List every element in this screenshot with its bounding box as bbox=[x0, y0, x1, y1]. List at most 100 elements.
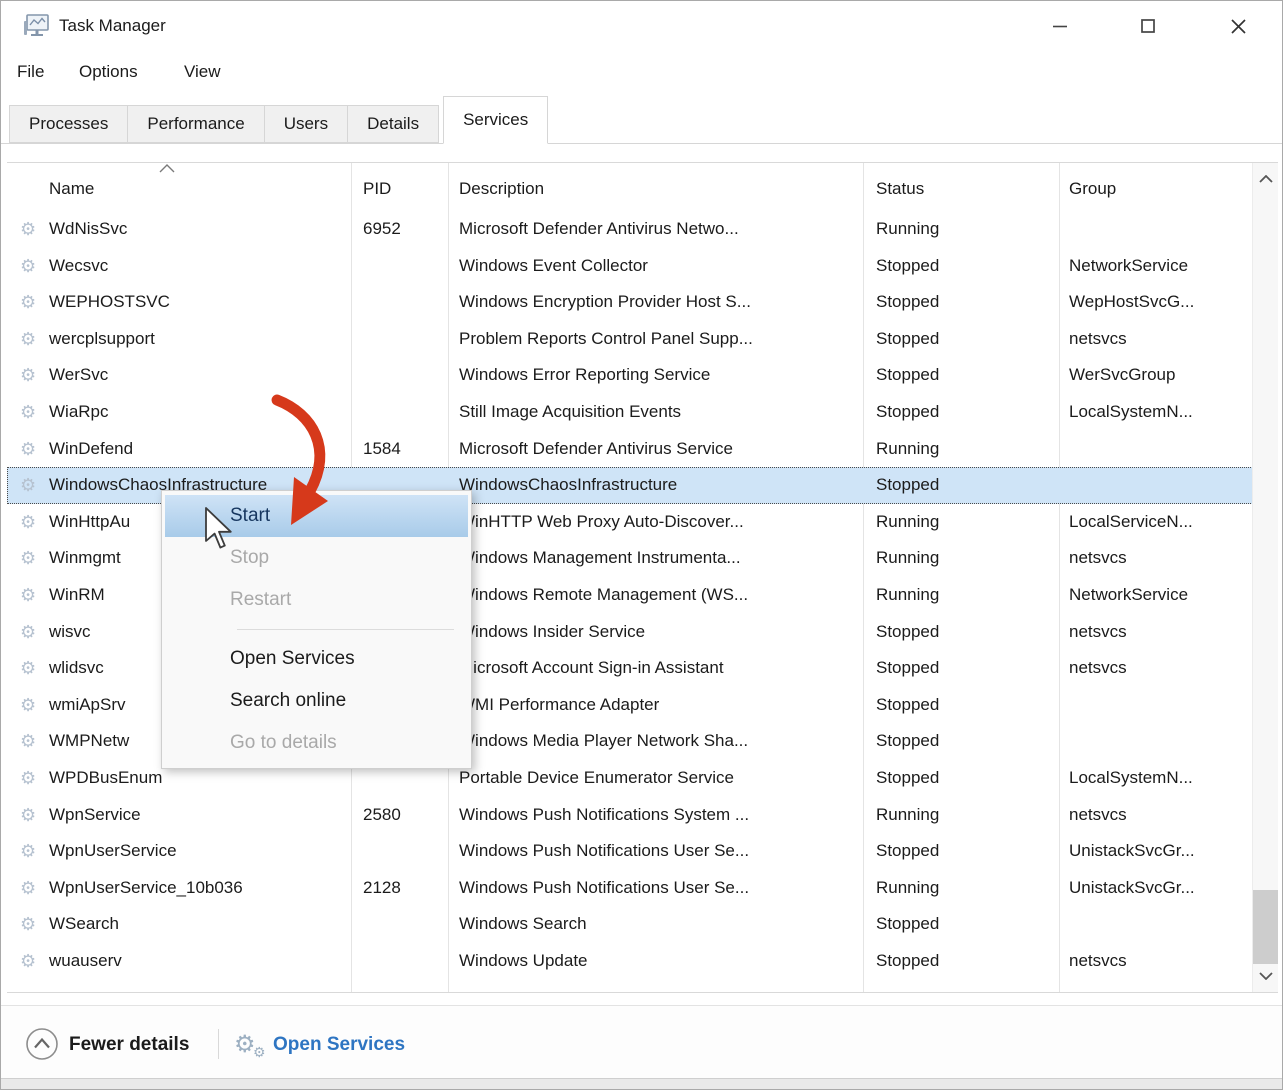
cell-group: netsvcs bbox=[1069, 321, 1253, 358]
cell-status: Running bbox=[876, 211, 1056, 248]
maximize-button[interactable] bbox=[1117, 1, 1179, 51]
vertical-scrollbar[interactable] bbox=[1252, 163, 1278, 992]
cell-group bbox=[1069, 431, 1253, 468]
cell-group: UnistackSvcGr... bbox=[1069, 870, 1253, 907]
service-gear-icon: ⚙ bbox=[20, 431, 36, 468]
scrollbar-thumb[interactable] bbox=[1253, 890, 1278, 964]
cell-description: Windows Event Collector bbox=[459, 248, 859, 285]
menu-item-start[interactable]: Start bbox=[165, 495, 468, 537]
menu-view[interactable]: View bbox=[184, 62, 221, 82]
menu-bar: File Options View bbox=[1, 51, 1282, 96]
service-gear-icon: ⚙ bbox=[20, 797, 36, 834]
tab-services[interactable]: Services bbox=[443, 96, 548, 144]
cell-pid: 2580 bbox=[363, 797, 445, 834]
cell-status: Running bbox=[876, 540, 1056, 577]
table-row[interactable]: ⚙WSearchWindows SearchStopped bbox=[7, 906, 1253, 943]
cell-name: WSearch bbox=[49, 906, 349, 943]
table-header: Name PID Description Status Group bbox=[7, 163, 1253, 211]
menu-item-search-online[interactable]: Search online bbox=[165, 680, 468, 722]
table-row[interactable]: ⚙WdNisSvc6952Microsoft Defender Antiviru… bbox=[7, 211, 1253, 248]
cell-status: Running bbox=[876, 577, 1056, 614]
scroll-down-button[interactable] bbox=[1253, 960, 1278, 992]
table-row[interactable]: ⚙wercplsupportProblem Reports Control Pa… bbox=[7, 321, 1253, 358]
table-row[interactable]: ⚙WecsvcWindows Event CollectorStoppedNet… bbox=[7, 248, 1253, 285]
cell-name: wuauserv bbox=[49, 943, 349, 980]
fewer-details-button[interactable]: Fewer details bbox=[69, 1034, 189, 1056]
menu-file[interactable]: File bbox=[17, 62, 44, 82]
cell-description: Microsoft Defender Antivirus Service bbox=[459, 431, 859, 468]
cell-name: WpnService bbox=[49, 797, 349, 834]
title-bar: Task Manager bbox=[1, 1, 1282, 51]
cell-status: Running bbox=[876, 431, 1056, 468]
tab-users[interactable]: Users bbox=[264, 105, 348, 143]
cell-status: Stopped bbox=[876, 687, 1056, 724]
close-button[interactable] bbox=[1207, 1, 1269, 51]
service-gear-icon: ⚙ bbox=[20, 394, 36, 431]
cell-group: netsvcs bbox=[1069, 540, 1253, 577]
cell-pid: 1584 bbox=[363, 431, 445, 468]
cell-pid: 6952 bbox=[363, 211, 445, 248]
cell-status: Stopped bbox=[876, 760, 1056, 797]
tab-performance[interactable]: Performance bbox=[127, 105, 264, 143]
cell-description: Windows Push Notifications User Se... bbox=[459, 833, 859, 870]
table-row[interactable]: ⚙WEPHOSTSVCWindows Encryption Provider H… bbox=[7, 284, 1253, 321]
tab-processes[interactable]: Processes bbox=[9, 105, 128, 143]
table-row[interactable]: ⚙WinDefend1584Microsoft Defender Antivir… bbox=[7, 431, 1253, 468]
column-header-name[interactable]: Name bbox=[49, 163, 94, 211]
cell-group: WepHostSvcG... bbox=[1069, 284, 1253, 321]
menu-options[interactable]: Options bbox=[79, 62, 138, 82]
minimize-icon bbox=[1053, 25, 1067, 28]
cell-pid bbox=[363, 357, 445, 394]
cell-description: Windows Error Reporting Service bbox=[459, 357, 859, 394]
task-manager-window: Task Manager File Options View Processes… bbox=[0, 0, 1283, 1090]
table-row[interactable]: ⚙WiaRpcStill Image Acquisition EventsSto… bbox=[7, 394, 1253, 431]
window-title: Task Manager bbox=[59, 16, 166, 36]
service-gear-icon: ⚙ bbox=[20, 943, 36, 980]
service-gear-icon: ⚙ bbox=[20, 870, 36, 907]
service-gear-icon: ⚙ bbox=[20, 833, 36, 870]
menu-separator bbox=[237, 629, 454, 630]
cell-description: Windows Search bbox=[459, 906, 859, 943]
column-header-group[interactable]: Group bbox=[1069, 163, 1116, 211]
cell-pid bbox=[363, 394, 445, 431]
minimize-button[interactable] bbox=[1029, 1, 1091, 51]
service-gear-icon: ⚙ bbox=[20, 723, 36, 760]
tab-details[interactable]: Details bbox=[347, 105, 439, 143]
scroll-up-button[interactable] bbox=[1253, 163, 1278, 195]
cell-description: Problem Reports Control Panel Supp... bbox=[459, 321, 859, 358]
table-row[interactable]: ⚙WerSvcWindows Error Reporting ServiceSt… bbox=[7, 357, 1253, 394]
column-header-status[interactable]: Status bbox=[876, 163, 924, 211]
maximize-icon bbox=[1141, 19, 1155, 33]
cell-status: Stopped bbox=[876, 614, 1056, 651]
cell-status: Stopped bbox=[876, 248, 1056, 285]
open-services-link[interactable]: Open Services bbox=[273, 1034, 405, 1056]
column-header-pid[interactable]: PID bbox=[363, 163, 391, 211]
table-row[interactable]: ⚙WpnService2580Windows Push Notification… bbox=[7, 797, 1253, 834]
cell-name: WEPHOSTSVC bbox=[49, 284, 349, 321]
table-row[interactable]: ⚙WpnUserService_10b0362128Windows Push N… bbox=[7, 870, 1253, 907]
menu-item-open-services[interactable]: Open Services bbox=[165, 638, 468, 680]
cell-pid bbox=[363, 284, 445, 321]
cell-status: Running bbox=[876, 870, 1056, 907]
cell-pid bbox=[363, 321, 445, 358]
cell-description: WindowsChaosInfrastructure bbox=[459, 467, 859, 504]
cell-group: LocalServiceN... bbox=[1069, 504, 1253, 541]
cell-description: Windows Remote Management (WS... bbox=[459, 577, 859, 614]
table-row[interactable]: ⚙wuauservWindows UpdateStoppednetsvcs bbox=[7, 943, 1253, 980]
cell-description: Still Image Acquisition Events bbox=[459, 394, 859, 431]
cell-group bbox=[1069, 211, 1253, 248]
cell-pid: 2128 bbox=[363, 870, 445, 907]
cell-description: Microsoft Account Sign-in Assistant bbox=[459, 650, 859, 687]
service-gear-icon: ⚙ bbox=[20, 357, 36, 394]
cell-group: LocalSystemN... bbox=[1069, 760, 1253, 797]
cell-description: Windows Push Notifications User Se... bbox=[459, 870, 859, 907]
scroll-down-icon bbox=[1259, 972, 1273, 980]
service-gear-icon: ⚙ bbox=[20, 687, 36, 724]
table-row[interactable]: ⚙WpnUserServiceWindows Push Notification… bbox=[7, 833, 1253, 870]
cell-status: Stopped bbox=[876, 943, 1056, 980]
service-gear-icon: ⚙ bbox=[20, 248, 36, 285]
column-header-description[interactable]: Description bbox=[459, 163, 544, 211]
cell-group: UnistackSvcGr... bbox=[1069, 833, 1253, 870]
context-menu: StartStopRestartOpen ServicesSearch onli… bbox=[161, 490, 472, 769]
cell-group: WerSvcGroup bbox=[1069, 357, 1253, 394]
